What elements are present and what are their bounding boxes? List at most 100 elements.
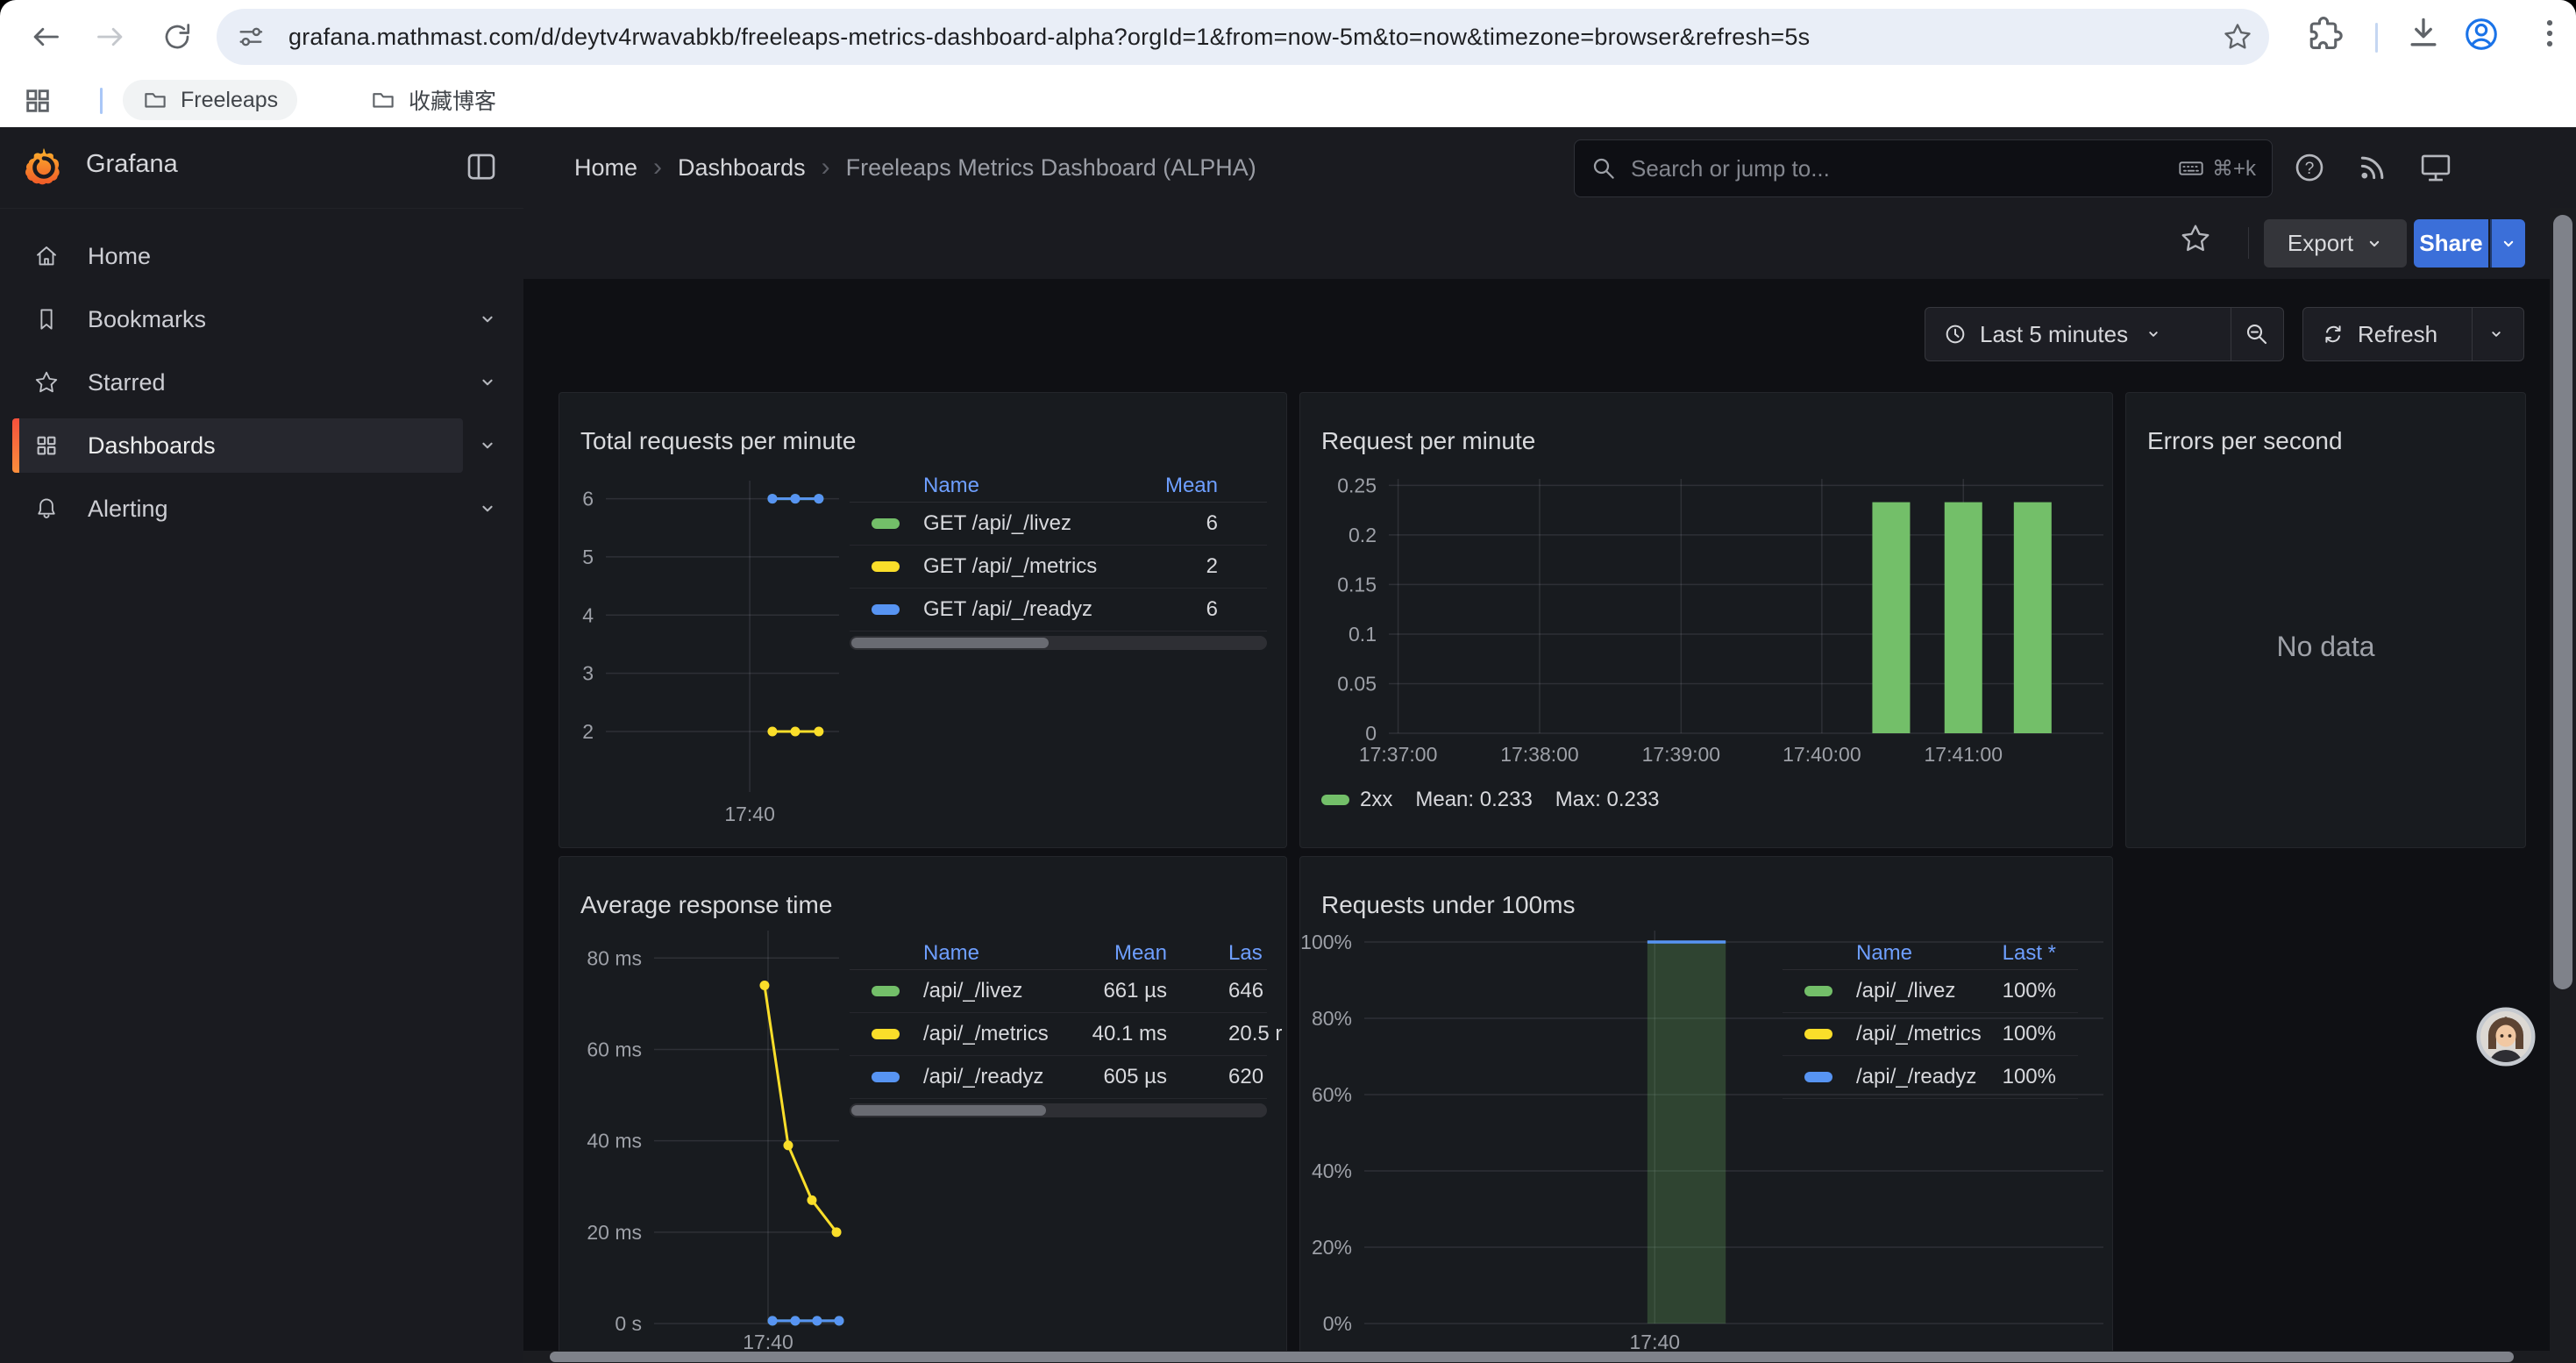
sidebar-nav: Home Bookmarks Starred Dashboards Alerting: [0, 229, 523, 545]
legend-series[interactable]: 2xx: [1321, 788, 1392, 812]
bookmark-item[interactable]: Freeleaps: [123, 80, 297, 120]
zoom-out-time-button[interactable]: [2231, 308, 2282, 360]
legend-series-name[interactable]: GET /api/_/livez: [923, 511, 1071, 536]
grafana-logo[interactable]: [23, 146, 65, 189]
browser-back-button[interactable]: [23, 14, 68, 60]
refresh-button[interactable]: Refresh: [2303, 308, 2472, 360]
brand-name[interactable]: Grafana: [86, 150, 178, 179]
legend-row[interactable]: /api/_/metrics100%: [1783, 1013, 2078, 1056]
legend-row[interactable]: GET /api/_/readyz6: [850, 589, 1267, 632]
panel-average-response-time: Average response time80 ms60 ms40 ms20 m…: [559, 856, 1287, 1363]
collapse-sidebar-icon[interactable]: [463, 148, 500, 185]
breadcrumb: Home›Dashboards›Freeleaps Metrics Dashbo…: [574, 127, 1256, 208]
legend-row[interactable]: GET /api/_/livez6: [850, 503, 1267, 546]
reload-icon: [161, 21, 193, 53]
chevron-down-icon: [2500, 235, 2517, 253]
favorite-dashboard-button[interactable]: [2179, 222, 2221, 264]
legend-row[interactable]: /api/_/livez661 µs646: [850, 970, 1267, 1013]
breadcrumb-item[interactable]: Dashboards: [678, 154, 806, 182]
assistant-avatar-widget[interactable]: [2476, 1007, 2536, 1067]
breadcrumb-separator: ›: [822, 153, 830, 182]
sidebar-item-alerting[interactable]: Alerting: [12, 482, 463, 536]
legend-column-header[interactable]: Name: [923, 941, 979, 966]
svg-text:0.1: 0.1: [1348, 623, 1377, 646]
share-button[interactable]: Share: [2414, 219, 2488, 268]
sidebar-item-home[interactable]: Home: [12, 229, 463, 283]
download-icon: [2404, 14, 2443, 53]
legend-row[interactable]: /api/_/livez100%: [1783, 970, 2078, 1013]
folder-icon: [370, 87, 396, 113]
legend-row[interactable]: /api/_/metrics40.1 ms20.5 r: [850, 1013, 1267, 1056]
chevron-down-icon[interactable]: [478, 499, 497, 518]
legend-series-name[interactable]: /api/_/metrics: [1856, 1022, 1982, 1046]
vertical-scrollbar: [2550, 208, 2576, 1363]
browser-reload-button[interactable]: [154, 14, 200, 60]
search-input[interactable]: [1629, 154, 2161, 183]
legend-row[interactable]: GET /api/_/metrics2: [850, 546, 1267, 589]
legend-header-row: Name Mean Las: [850, 938, 1267, 970]
legend-row[interactable]: /api/_/readyz605 µs620: [850, 1056, 1267, 1099]
legend-series-name[interactable]: /api/_/livez: [923, 979, 1022, 1003]
chevron-down-icon[interactable]: [478, 373, 497, 392]
svg-text:6: 6: [582, 488, 594, 510]
legend-series-name[interactable]: GET /api/_/readyz: [923, 597, 1092, 622]
legend-column-header[interactable]: Name: [923, 474, 979, 498]
refresh-interval-button[interactable]: [2473, 308, 2520, 360]
profile-button[interactable]: [2461, 14, 2501, 54]
dashboard-toolbar: Export Share: [523, 208, 2576, 280]
svg-text:20%: 20%: [1312, 1236, 1352, 1259]
kiosk-mode-button[interactable]: [2415, 146, 2457, 189]
svg-text:17:41:00: 17:41:00: [1924, 743, 2003, 766]
svg-text:17:39:00: 17:39:00: [1642, 743, 1721, 766]
apps-grid-icon[interactable]: [23, 86, 53, 116]
sidebar-item-starred[interactable]: Starred: [12, 355, 463, 410]
legend-column-header[interactable]: Las: [1228, 941, 1263, 966]
extensions-button[interactable]: [2304, 14, 2343, 53]
series-color-swatch: [872, 1072, 900, 1082]
svg-text:20 ms: 20 ms: [587, 1221, 642, 1244]
legend-stat: Max: 0.233: [1555, 788, 1660, 812]
legend-scrollbar: [850, 636, 1267, 650]
legend-column-header[interactable]: Mean: [1114, 941, 1167, 966]
chart-request-per-minute[interactable]: 0.250.20.150.10.05017:37:0017:38:0017:39…: [1300, 393, 2112, 847]
legend-series-name[interactable]: /api/_/metrics: [923, 1022, 1049, 1046]
series-color-swatch: [1321, 795, 1349, 805]
legend-scrollbar-thumb[interactable]: [851, 1105, 1046, 1116]
legend-series-name[interactable]: /api/_/livez: [1856, 979, 1955, 1003]
series-color-swatch: [1804, 986, 1832, 996]
downloads-button[interactable]: [2404, 14, 2443, 53]
breadcrumb-item[interactable]: Home: [574, 154, 637, 182]
legend-row[interactable]: /api/_/readyz100%: [1783, 1056, 2078, 1099]
browser-forward-button[interactable]: [88, 14, 133, 60]
help-button[interactable]: ?: [2288, 146, 2330, 189]
legend-column-header[interactable]: Mean: [1165, 474, 1218, 498]
horizontal-scrollbar-thumb[interactable]: [550, 1352, 2514, 1362]
browser-menu-button[interactable]: [2530, 14, 2569, 53]
bookmark-item[interactable]: 收藏博客: [351, 80, 516, 120]
sidebar-item-bookmarks[interactable]: Bookmarks: [12, 292, 463, 346]
legend-column-header[interactable]: Last *: [2003, 941, 2056, 966]
address-bar[interactable]: grafana.mathmast.com/d/deytv4rwavabkb/fr…: [217, 9, 2269, 65]
legend-series-name[interactable]: /api/_/readyz: [1856, 1065, 1976, 1089]
chevron-down-icon[interactable]: [478, 436, 497, 455]
site-settings-icon[interactable]: [236, 22, 266, 52]
legend-series-name[interactable]: GET /api/_/metrics: [923, 554, 1097, 579]
chart-requests-under-100ms[interactable]: 100%80%60%40%20%0%17:40: [1300, 857, 2112, 1363]
legend-scrollbar-thumb[interactable]: [851, 638, 1049, 648]
legend-value: 646: [1228, 979, 1263, 1003]
legend-column-header[interactable]: Name: [1856, 941, 1912, 966]
bookmark-star-icon[interactable]: [2222, 21, 2253, 53]
sidebar-item-dashboards[interactable]: Dashboards: [12, 418, 463, 473]
back-arrow-icon: [29, 20, 62, 54]
puzzle-icon: [2304, 14, 2343, 53]
share-menu-button[interactable]: [2490, 219, 2525, 268]
zoom-out-icon: [2244, 321, 2270, 347]
export-button[interactable]: Export: [2264, 219, 2407, 268]
time-range-picker[interactable]: Last 5 minutes: [1925, 308, 2231, 360]
search-box[interactable]: ⌘+k: [1574, 139, 2273, 197]
vertical-scrollbar-thumb[interactable]: [2553, 215, 2572, 989]
news-button[interactable]: [2352, 146, 2394, 189]
legend-series-name[interactable]: /api/_/readyz: [923, 1065, 1043, 1089]
keyboard-icon: [2177, 154, 2205, 182]
chevron-down-icon[interactable]: [478, 310, 497, 329]
